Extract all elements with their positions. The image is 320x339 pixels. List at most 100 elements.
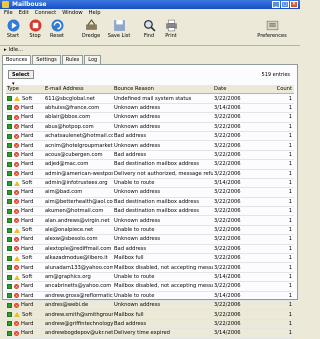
table-row[interactable]: Soft alkazadmodue@libero.it Mailbox full 3/… bbox=[6, 254, 294, 264]
table-row[interactable]: × Hard aim@bad.com Unknown address 3/22/2006… bbox=[6, 188, 294, 198]
dredge-button[interactable]: Dredge bbox=[80, 19, 102, 39]
cell-count: 1 bbox=[288, 114, 292, 121]
cell-count: 1 bbox=[288, 227, 292, 234]
column-header-count[interactable]: Count bbox=[268, 86, 294, 92]
save-list-button[interactable]: Save List bbox=[106, 19, 132, 39]
error-icon: × bbox=[14, 133, 19, 139]
row-checkbox[interactable] bbox=[7, 321, 12, 327]
cell-date: 3/22/2006 bbox=[214, 151, 241, 158]
row-checkbox[interactable] bbox=[7, 265, 12, 271]
row-checkbox[interactable] bbox=[7, 255, 12, 261]
table-row[interactable]: × Hard alunadam133@yahoo.com Mailbox disabl… bbox=[6, 263, 294, 273]
row-checkbox[interactable] bbox=[7, 133, 12, 139]
table-row[interactable]: ×Hardandrew@griffintechnology.comBad add… bbox=[6, 320, 294, 330]
maximize-button[interactable]: □ bbox=[281, 1, 289, 8]
table-row[interactable]: × Hard acous@cubergen.com Bad address 3/22/2… bbox=[6, 151, 294, 161]
cell-reason: Unknown address bbox=[114, 114, 161, 121]
row-checkbox[interactable] bbox=[7, 246, 12, 252]
table-row[interactable]: × Hard aim@betterhealth@aol.com Bad destina… bbox=[6, 198, 294, 208]
row-checkbox[interactable] bbox=[7, 143, 12, 149]
column-header-date[interactable]: Date bbox=[213, 86, 268, 92]
menu-window[interactable]: Window bbox=[62, 10, 82, 16]
cell-reason: Bad address bbox=[114, 133, 147, 140]
table-row[interactable]: × Hard achatsaulenet@hotmail.com Bad addres… bbox=[6, 132, 294, 142]
row-checkbox[interactable] bbox=[7, 114, 12, 120]
row-checkbox[interactable] bbox=[7, 124, 12, 130]
cell-email: alkazadmodue@libero.it bbox=[45, 255, 108, 262]
row-checkbox[interactable] bbox=[7, 312, 12, 318]
table-row[interactable]: × Hard ablair@bbox.com Unknown address 3/22/… bbox=[6, 113, 294, 123]
row-checkbox[interactable] bbox=[7, 293, 12, 299]
row-checkbox[interactable] bbox=[7, 302, 12, 308]
table-row[interactable]: × Hard andres@webi.de Unknown address 3/22/2… bbox=[6, 301, 294, 311]
preferences-button[interactable]: Preferences bbox=[252, 19, 292, 39]
tab-log[interactable]: Log bbox=[84, 55, 102, 64]
print-button[interactable]: Print bbox=[160, 19, 182, 39]
column-header-type[interactable]: Type bbox=[6, 86, 44, 92]
row-checkbox[interactable] bbox=[7, 96, 12, 102]
dredge-icon bbox=[85, 19, 97, 30]
select-dropdown[interactable]: Select ▾ bbox=[8, 70, 34, 87]
tab-settings[interactable]: Settings bbox=[32, 55, 61, 64]
menu-connect[interactable]: Connect bbox=[35, 10, 56, 16]
start-button[interactable]: Start bbox=[2, 19, 24, 39]
cell-type: × Hard bbox=[6, 124, 44, 130]
row-checkbox[interactable] bbox=[7, 227, 12, 233]
type-label: Hard bbox=[21, 245, 34, 252]
cell-reason: Unable to route bbox=[114, 227, 155, 234]
table-row[interactable]: ×Hardacnim@hotelgroupmarketing.comUnknow… bbox=[6, 141, 294, 151]
reset-button[interactable]: Reset bbox=[46, 19, 68, 39]
close-button[interactable]: × bbox=[290, 1, 298, 8]
row-checkbox[interactable] bbox=[7, 189, 12, 195]
tab-bounces[interactable]: Bounces bbox=[2, 55, 32, 64]
table-row[interactable]: × Hard akumen@hotmail.com Bad destination m… bbox=[6, 207, 294, 217]
table-row[interactable]: × Hard abhuiss@france.com Unknown address 3/… bbox=[6, 104, 294, 114]
minimize-button[interactable]: _ bbox=[272, 1, 280, 8]
table-row[interactable]: Soft admin@infotrustees.org Unable to rout… bbox=[6, 179, 294, 189]
row-checkbox[interactable] bbox=[7, 180, 12, 186]
cell-type: × Hard bbox=[6, 133, 44, 139]
table-row[interactable]: × Hard alextople@rediffmail.com Bad address… bbox=[6, 245, 294, 255]
table-row[interactable]: Soft 611@sbcglobal.net Undefined mail syst… bbox=[6, 94, 294, 104]
menu-help[interactable]: Help bbox=[89, 10, 101, 16]
find-button[interactable]: Find bbox=[138, 19, 160, 39]
table-row[interactable]: × Hard alan.andrews@virgin.net Unknown addr… bbox=[6, 216, 294, 226]
table-row[interactable]: ×Hardadmin@american-westposter.comDelive… bbox=[6, 170, 294, 179]
table-row[interactable]: × Hard ancabrinetts@yahoo.com Mailbox disab… bbox=[6, 282, 294, 292]
row-checkbox[interactable] bbox=[7, 105, 12, 111]
table-row[interactable]: × Hard alexw@sbesolo.com Unknown address 3/2… bbox=[6, 235, 294, 245]
menu-file[interactable]: File bbox=[4, 10, 13, 16]
menu-edit[interactable]: Edit bbox=[19, 10, 29, 16]
row-checkbox[interactable] bbox=[7, 171, 12, 177]
cell-email: ancabrinetts@yahoo.com bbox=[45, 283, 112, 290]
row-checkbox[interactable] bbox=[7, 152, 12, 158]
tab-rules[interactable]: Rules bbox=[61, 55, 84, 64]
cell-count: 1 bbox=[288, 320, 292, 327]
table-row[interactable]: Soft ale@onalpiece.net Unable to route 3/22… bbox=[6, 226, 294, 236]
table-row[interactable]: × Hard andrewbogdepov@ukr.net Delivery time… bbox=[6, 329, 294, 339]
cell-reason: Unable to route bbox=[114, 180, 155, 187]
table-row[interactable]: Soft am@graphics.org Unable to route 3/14/2… bbox=[6, 273, 294, 283]
column-header-reason[interactable]: Bounce Reason bbox=[113, 86, 213, 92]
cell-count: 1 bbox=[288, 330, 292, 337]
row-checkbox[interactable] bbox=[7, 199, 12, 205]
row-checkbox[interactable] bbox=[7, 283, 12, 289]
table-row[interactable]: Soft andrew.smith@smithgroundon.comMailbo… bbox=[6, 310, 294, 320]
stop-button[interactable]: Stop bbox=[24, 19, 46, 39]
column-header-email[interactable]: E-mail Address bbox=[44, 86, 113, 92]
row-checkbox[interactable] bbox=[7, 236, 12, 242]
row-checkbox[interactable] bbox=[7, 218, 12, 224]
table-row[interactable]: × Hard adjed@mac.com Bad destination mailbo… bbox=[6, 160, 294, 170]
row-checkbox[interactable] bbox=[7, 208, 12, 214]
cell-date: 3/22/2006 bbox=[214, 198, 241, 205]
row-checkbox[interactable] bbox=[7, 330, 12, 336]
cell-count: 1 bbox=[288, 123, 292, 130]
select-label: Select bbox=[12, 72, 30, 78]
table-row[interactable]: × Hard abus@hotpop.com Unknown address 3/22/… bbox=[6, 123, 294, 132]
row-checkbox[interactable] bbox=[7, 274, 12, 280]
cell-email: alunadam133@yahoo.com bbox=[45, 264, 113, 271]
type-label: Hard bbox=[21, 133, 34, 140]
cell-type: × Hard bbox=[6, 199, 44, 205]
row-checkbox[interactable] bbox=[7, 161, 12, 167]
cell-reason: Bad destination mailbox address bbox=[114, 198, 199, 205]
